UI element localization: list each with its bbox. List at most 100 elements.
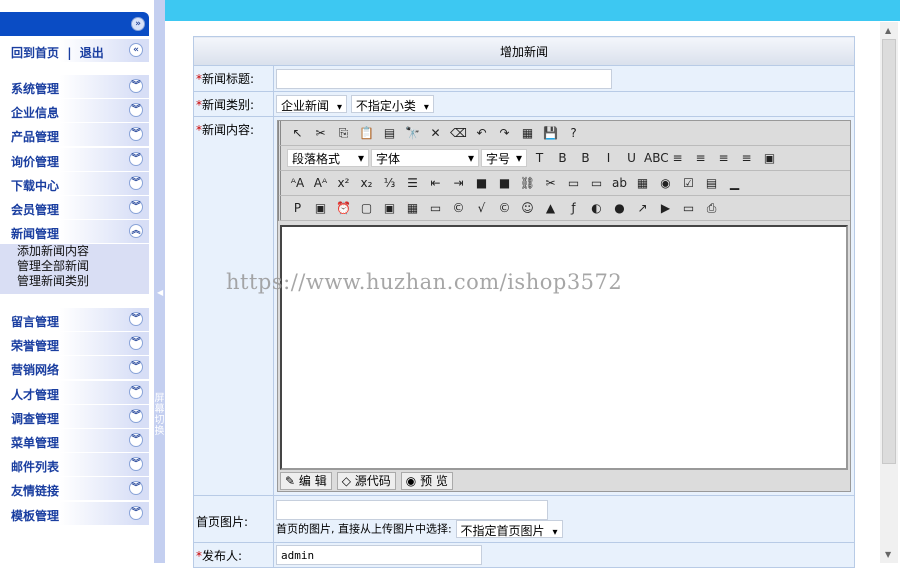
chevron-down-icon[interactable]: ︾ bbox=[129, 200, 143, 214]
editor-tool-icon[interactable]: ab bbox=[609, 173, 630, 193]
sidebar-menu-item[interactable]: 询价管理 ︾ bbox=[0, 147, 149, 171]
editor-tool-icon[interactable]: © bbox=[448, 198, 469, 218]
editor-tool-icon[interactable]: ✂ bbox=[310, 123, 331, 143]
sidebar-menu-item[interactable]: 友情链接 ︾ bbox=[0, 477, 149, 501]
editor-tool-icon[interactable]: ↗ bbox=[632, 198, 653, 218]
editor-tool-icon[interactable]: ▦ bbox=[517, 123, 538, 143]
sidebar-menu-item[interactable]: 会员管理 ︾ bbox=[0, 196, 149, 219]
vertical-scrollbar[interactable]: ▲ ▼ bbox=[880, 22, 898, 563]
chevron-down-icon[interactable]: ︾ bbox=[129, 127, 143, 142]
chevron-down-icon[interactable]: ︾ bbox=[129, 384, 143, 399]
chevron-down-icon[interactable]: ︾ bbox=[129, 481, 143, 496]
editor-tool-icon[interactable]: ▦ bbox=[402, 198, 423, 218]
editor-tool-icon[interactable]: ⅓ bbox=[379, 173, 400, 193]
editor-tool-icon[interactable]: ▁ bbox=[724, 173, 745, 193]
chevron-down-icon[interactable]: ︾ bbox=[129, 408, 143, 423]
editor-tool-icon[interactable]: ▭ bbox=[678, 198, 699, 218]
editor-tool-icon[interactable]: ≡ bbox=[713, 148, 734, 168]
editor-tool-icon[interactable]: ▭ bbox=[563, 173, 584, 193]
sidebar-menu-item[interactable]: 系统管理 ︾ bbox=[0, 75, 149, 98]
sidebar-menu-item[interactable]: 荣誉管理 ︾ bbox=[0, 332, 149, 356]
editor-tool-icon[interactable]: ≡ bbox=[690, 148, 711, 168]
editor-tool-icon[interactable]: ▤ bbox=[379, 123, 400, 143]
editor-tool-icon[interactable]: 💾 bbox=[540, 123, 561, 143]
editor-tool-icon[interactable]: ■ bbox=[471, 173, 492, 193]
chevron-down-icon[interactable]: ︾ bbox=[129, 151, 143, 166]
screen-toggle-bar[interactable]: ◀ 屏幕切换 bbox=[154, 0, 165, 563]
editor-tool-icon[interactable]: ≡ bbox=[736, 148, 757, 168]
sidebar-menu-item[interactable]: 人才管理 ︾ bbox=[0, 380, 149, 404]
editor-tool-icon[interactable]: x² bbox=[333, 173, 354, 193]
editor-tool-icon[interactable]: ▲ bbox=[540, 198, 561, 218]
collapse-all-icon[interactable]: » bbox=[131, 17, 145, 31]
sidebar-menu-item[interactable]: 企业信息 ︾ bbox=[0, 99, 149, 123]
editor-tool-icon[interactable]: ☺ bbox=[517, 198, 538, 218]
editor-tool-icon[interactable]: ⛓ bbox=[517, 173, 538, 193]
scroll-up-icon[interactable]: ▲ bbox=[885, 26, 891, 35]
editor-tool-icon[interactable]: © bbox=[494, 198, 515, 218]
editor-tool-icon[interactable]: x₂ bbox=[356, 173, 377, 193]
chevron-down-icon[interactable]: ︾ bbox=[129, 79, 143, 93]
image-select[interactable]: 不指定首页图片 bbox=[455, 520, 563, 538]
editor-tool-icon[interactable]: ᴬA bbox=[287, 173, 308, 193]
editor-tool-icon[interactable]: 📋 bbox=[356, 123, 377, 143]
chevron-down-icon[interactable]: ︾ bbox=[129, 457, 143, 472]
tab-preview[interactable]: ◉ 预 览 bbox=[400, 472, 453, 490]
scroll-down-icon[interactable]: ▼ bbox=[885, 550, 891, 559]
chevron-down-icon[interactable]: ︾ bbox=[129, 312, 143, 326]
editor-tool-icon[interactable]: ⌫ bbox=[448, 123, 469, 143]
editor-tool-icon[interactable]: ◐ bbox=[586, 198, 607, 218]
sidebar-menu-item[interactable]: 产品管理 ︾ bbox=[0, 123, 149, 147]
editor-tool-icon[interactable]: T bbox=[529, 148, 550, 168]
editor-tool-icon[interactable]: ≡ bbox=[667, 148, 688, 168]
editor-tool-icon[interactable]: ✕ bbox=[425, 123, 446, 143]
editor-tool-icon[interactable]: ↷ bbox=[494, 123, 515, 143]
editor-tool-icon[interactable]: B bbox=[552, 148, 573, 168]
editor-tool-icon[interactable]: ? bbox=[563, 123, 584, 143]
editor-tool-icon[interactable]: ⇥ bbox=[448, 173, 469, 193]
editor-tool-icon[interactable]: ⎘ bbox=[333, 123, 354, 143]
editor-tool-icon[interactable]: ◉ bbox=[655, 173, 676, 193]
submenu-add-news[interactable]: 添加新闻内容 bbox=[17, 244, 149, 259]
scrollbar-thumb[interactable] bbox=[882, 39, 896, 464]
category-select[interactable]: 企业新闻 bbox=[276, 95, 348, 113]
editor-tool-icon[interactable]: ▢ bbox=[356, 198, 377, 218]
sidebar-menu-item[interactable]: 营销网络 ︾ bbox=[0, 356, 149, 380]
editor-tool-icon[interactable]: ▣ bbox=[310, 198, 331, 218]
image-input[interactable] bbox=[276, 500, 548, 520]
sidebar-menu-item[interactable]: 模板管理 ︾ bbox=[0, 501, 149, 525]
editor-tool-icon[interactable]: ▣ bbox=[379, 198, 400, 218]
editor-tool-icon[interactable]: ⎙ bbox=[701, 198, 722, 218]
chevron-down-icon[interactable]: ︾ bbox=[129, 336, 143, 351]
editor-content-area[interactable] bbox=[280, 225, 848, 470]
editor-tool-icon[interactable]: ▦ bbox=[632, 173, 653, 193]
chevron-down-icon[interactable]: ︾ bbox=[129, 505, 143, 520]
subcategory-select[interactable]: 不指定小类 bbox=[350, 95, 434, 113]
editor-tool-icon[interactable]: ▭ bbox=[425, 198, 446, 218]
editor-tool-icon[interactable]: ⏰ bbox=[333, 198, 354, 218]
editor-tool-icon[interactable]: P bbox=[287, 198, 308, 218]
sidebar-menu-item[interactable]: 邮件列表 ︾ bbox=[0, 453, 149, 477]
news-title-input[interactable] bbox=[276, 68, 612, 89]
editor-tool-icon[interactable]: ↶ bbox=[471, 123, 492, 143]
chevron-down-icon[interactable]: ︾ bbox=[129, 360, 143, 375]
editor-tool-icon[interactable]: ABC bbox=[644, 148, 669, 168]
editor-tool-icon[interactable]: ▣ bbox=[759, 148, 780, 168]
editor-tool-icon[interactable]: ƒ bbox=[563, 198, 584, 218]
editor-tool-icon[interactable]: ☑ bbox=[678, 173, 699, 193]
editor-tool-icon[interactable]: ● bbox=[609, 198, 630, 218]
editor-tool-icon[interactable]: ☰ bbox=[402, 173, 423, 193]
home-link[interactable]: 回到首页 bbox=[11, 46, 59, 60]
editor-tool-icon[interactable]: ↖ bbox=[287, 123, 308, 143]
editor-tool-icon[interactable]: √ bbox=[471, 198, 492, 218]
logout-link[interactable]: 退出 bbox=[80, 46, 104, 60]
sidebar-menu-item[interactable]: 菜单管理 ︾ bbox=[0, 429, 149, 452]
chevron-down-icon[interactable]: ︾ bbox=[129, 175, 143, 190]
chevron-down-icon[interactable]: ︾ bbox=[129, 103, 143, 118]
editor-tool-icon[interactable]: U bbox=[621, 148, 642, 168]
sidebar-menu-item[interactable]: 新闻管理 ︽ bbox=[0, 220, 149, 244]
editor-tool-icon[interactable]: I bbox=[598, 148, 619, 168]
tab-edit[interactable]: ✎ 编 辑 bbox=[280, 472, 332, 490]
editor-tool-icon[interactable]: ✂ bbox=[540, 173, 561, 193]
editor-tool-icon[interactable]: ■ bbox=[494, 173, 515, 193]
